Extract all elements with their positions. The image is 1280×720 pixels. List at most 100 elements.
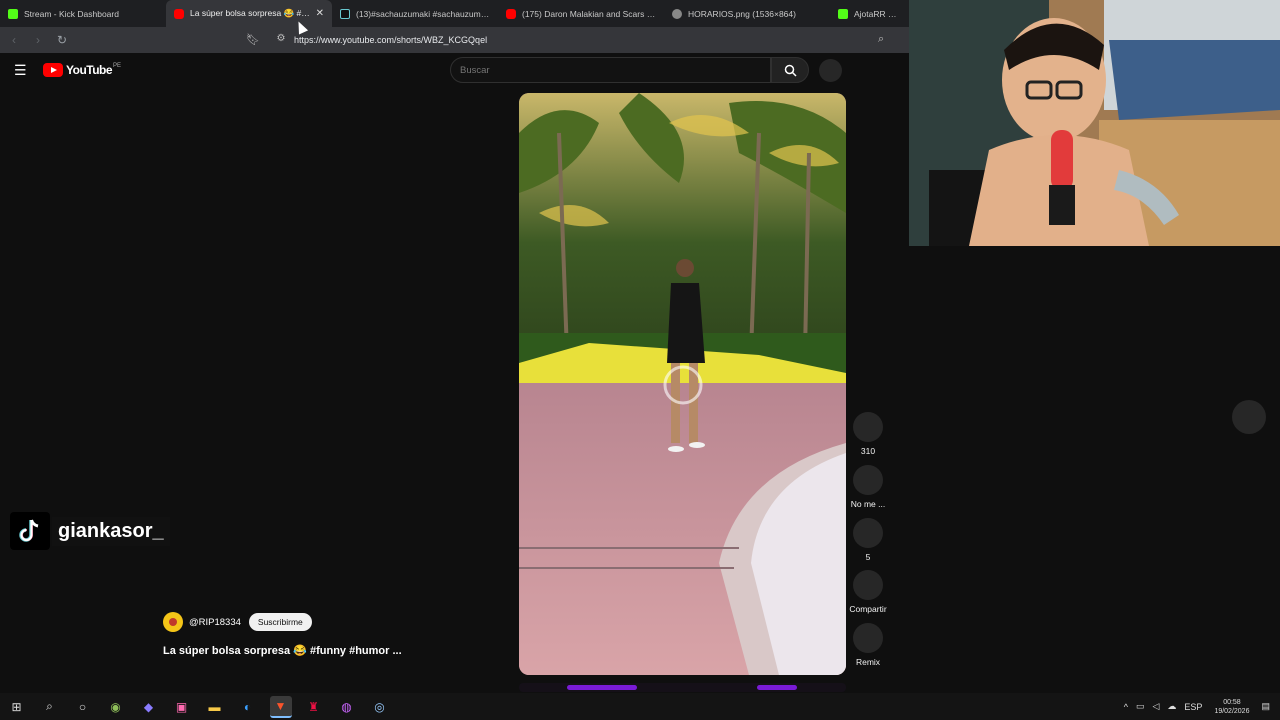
comment-count: 5 bbox=[865, 552, 871, 562]
volume-icon[interactable]: ◁ bbox=[1153, 701, 1160, 712]
search-icon bbox=[784, 64, 797, 77]
edge-icon: ◐ bbox=[243, 699, 252, 714]
kick-icon bbox=[838, 8, 848, 19]
dislike-icon bbox=[853, 465, 883, 495]
youtube-icon bbox=[174, 8, 184, 19]
tab-youtube-short[interactable]: La súper bolsa sorpresa 😂 #funny ✕ bbox=[166, 0, 332, 27]
circle-icon: ○ bbox=[78, 699, 87, 714]
tiktok-logo-icon bbox=[10, 512, 50, 550]
back-button[interactable]: ‹ bbox=[4, 30, 24, 50]
forward-button[interactable]: › bbox=[28, 30, 48, 50]
youtube-icon bbox=[506, 8, 516, 19]
address-bar[interactable]: 🔖︎ ⚙︎ https://www.youtube.com/shorts/WBZ… bbox=[246, 30, 910, 50]
country-code: PE bbox=[113, 63, 122, 69]
search-box[interactable] bbox=[450, 57, 771, 83]
tab-title: AjotaRR Stream - bbox=[854, 8, 902, 19]
webcam-feed bbox=[909, 0, 1280, 246]
share-button[interactable]: Compartir bbox=[849, 570, 887, 614]
youtube-wordmark: YouTube bbox=[66, 63, 113, 77]
share-label: Compartir bbox=[849, 604, 887, 614]
chevron-up-icon[interactable]: ^ bbox=[1124, 702, 1128, 712]
zoom-icon[interactable]: ⌕ bbox=[878, 33, 892, 47]
taskbar-app-4[interactable]: ♜ bbox=[303, 696, 325, 718]
search-input[interactable] bbox=[451, 58, 770, 82]
taskbar-search-button[interactable]: ⌕ bbox=[39, 696, 61, 718]
remix-button[interactable]: Remix bbox=[853, 623, 883, 667]
app-icon: ◉ bbox=[110, 699, 121, 714]
taskbar-app-3[interactable]: ▣ bbox=[171, 696, 193, 718]
share-icon bbox=[853, 570, 883, 600]
tab-title: Stream - Kick Dashboard bbox=[24, 8, 119, 19]
tab-title: (175) Daron Malakian and Scars On B bbox=[522, 8, 656, 19]
webcam-overlay bbox=[909, 0, 1280, 246]
dislike-button[interactable]: No me ... bbox=[851, 465, 885, 509]
channel-avatar[interactable] bbox=[163, 612, 183, 632]
menu-icon[interactable]: ☰ bbox=[14, 63, 30, 77]
brave-button[interactable]: ▼ bbox=[269, 695, 292, 718]
close-tab-icon[interactable]: ✕ bbox=[316, 8, 324, 19]
start-button[interactable]: ⊞ bbox=[6, 696, 28, 718]
steam-icon: ◎ bbox=[374, 699, 385, 714]
screen: Stream - Kick Dashboard La súper bolsa s… bbox=[0, 0, 1280, 720]
taskbar-app-1[interactable]: ◉ bbox=[105, 696, 127, 718]
cloud-icon[interactable]: ☁︎ bbox=[1167, 701, 1176, 712]
cortana-button[interactable]: ○ bbox=[72, 696, 94, 718]
short-video-player[interactable] bbox=[519, 93, 846, 675]
tab-title: La súper bolsa sorpresa 😂 #funny bbox=[190, 8, 312, 18]
channel-name[interactable]: @RIP18334 bbox=[189, 617, 241, 628]
bookmark-icon[interactable]: 🔖︎ bbox=[246, 33, 260, 47]
remix-icon bbox=[853, 623, 883, 653]
youtube-header: ☰ YouTube PE bbox=[0, 53, 910, 89]
next-short-button[interactable] bbox=[1232, 400, 1266, 434]
tiktok-icon bbox=[340, 8, 350, 19]
app-icon: ♜ bbox=[308, 699, 319, 714]
short-title[interactable]: La súper bolsa sorpresa 😂 #funny #humor … bbox=[163, 644, 402, 657]
tab-horarios[interactable]: HORARIOS.png (1536×864) bbox=[664, 0, 830, 27]
tab-tiktok[interactable]: (13)#sachauzumaki #sachauzumakicl bbox=[332, 0, 498, 27]
tab-ajotarr[interactable]: AjotaRR Stream - bbox=[830, 0, 910, 27]
url-text[interactable]: https://www.youtube.com/shorts/WBZ_KCGQq… bbox=[294, 35, 487, 45]
remix-label: Remix bbox=[855, 657, 881, 667]
taskbar-app-5[interactable]: ◍ bbox=[336, 696, 358, 718]
tiktok-overlay: giankasor_ bbox=[10, 512, 170, 550]
search-icon: ⌕ bbox=[46, 699, 53, 713]
tab-title: (13)#sachauzumaki #sachauzumakicl bbox=[356, 8, 490, 19]
tab-kick-dashboard[interactable]: Stream - Kick Dashboard bbox=[0, 0, 166, 27]
browser-tab-strip: Stream - Kick Dashboard La súper bolsa s… bbox=[0, 0, 910, 27]
steam-button[interactable]: ◎ bbox=[369, 696, 391, 718]
app-icon: ◆ bbox=[143, 699, 154, 714]
reload-icon: ↻ bbox=[56, 33, 68, 47]
like-icon bbox=[853, 412, 883, 442]
app-icon: ◍ bbox=[341, 699, 352, 714]
tab-youtube-daron[interactable]: (175) Daron Malakian and Scars On B bbox=[498, 0, 664, 27]
taskbar-app-2[interactable]: ◆ bbox=[138, 696, 160, 718]
edge-button[interactable]: ◐ bbox=[237, 696, 259, 718]
clock-date: 19/02/2026 bbox=[1214, 707, 1250, 715]
tiktok-handle: giankasor_ bbox=[52, 516, 170, 546]
network-icon[interactable]: ▭ bbox=[1136, 701, 1145, 712]
channel-row: @RIP18334 Suscribirme bbox=[163, 612, 312, 632]
image-icon bbox=[672, 8, 682, 19]
back-arrow-icon: ‹ bbox=[12, 33, 16, 47]
comments-button[interactable]: 5 bbox=[853, 518, 883, 562]
tab-title: HORARIOS.png (1536×864) bbox=[688, 8, 796, 19]
subscribe-button[interactable]: Suscribirme bbox=[248, 613, 312, 631]
youtube-logo[interactable]: YouTube PE bbox=[43, 63, 121, 77]
search-button[interactable] bbox=[771, 57, 809, 83]
windows-taskbar: ⊞ ⌕ ○ ◉ ◆ ▣ ▬ ◐ ▼ ♜ ◍ ◎ ^ ▭ ◁ ☁︎ ESP 00:… bbox=[0, 693, 1280, 720]
dislike-label: No me ... bbox=[850, 499, 886, 509]
notifications-icon[interactable]: ▤ bbox=[1261, 701, 1270, 712]
language-indicator[interactable]: ESP bbox=[1184, 702, 1202, 712]
reload-button[interactable]: ↻ bbox=[52, 30, 72, 50]
voice-search-button[interactable] bbox=[819, 59, 842, 82]
like-button[interactable]: 310 bbox=[853, 412, 883, 456]
brave-icon: ▼ bbox=[274, 698, 287, 713]
clock[interactable]: 00:58 19/02/2026 bbox=[1214, 698, 1249, 716]
clock-time: 00:58 bbox=[1223, 698, 1241, 706]
youtube-play-icon bbox=[43, 63, 63, 77]
site-settings-icon[interactable]: ⚙︎ bbox=[274, 33, 288, 47]
comment-icon bbox=[853, 518, 883, 548]
file-explorer-button[interactable]: ▬ bbox=[204, 696, 226, 718]
next-short-preview[interactable] bbox=[519, 683, 846, 692]
video-frame bbox=[519, 93, 846, 675]
